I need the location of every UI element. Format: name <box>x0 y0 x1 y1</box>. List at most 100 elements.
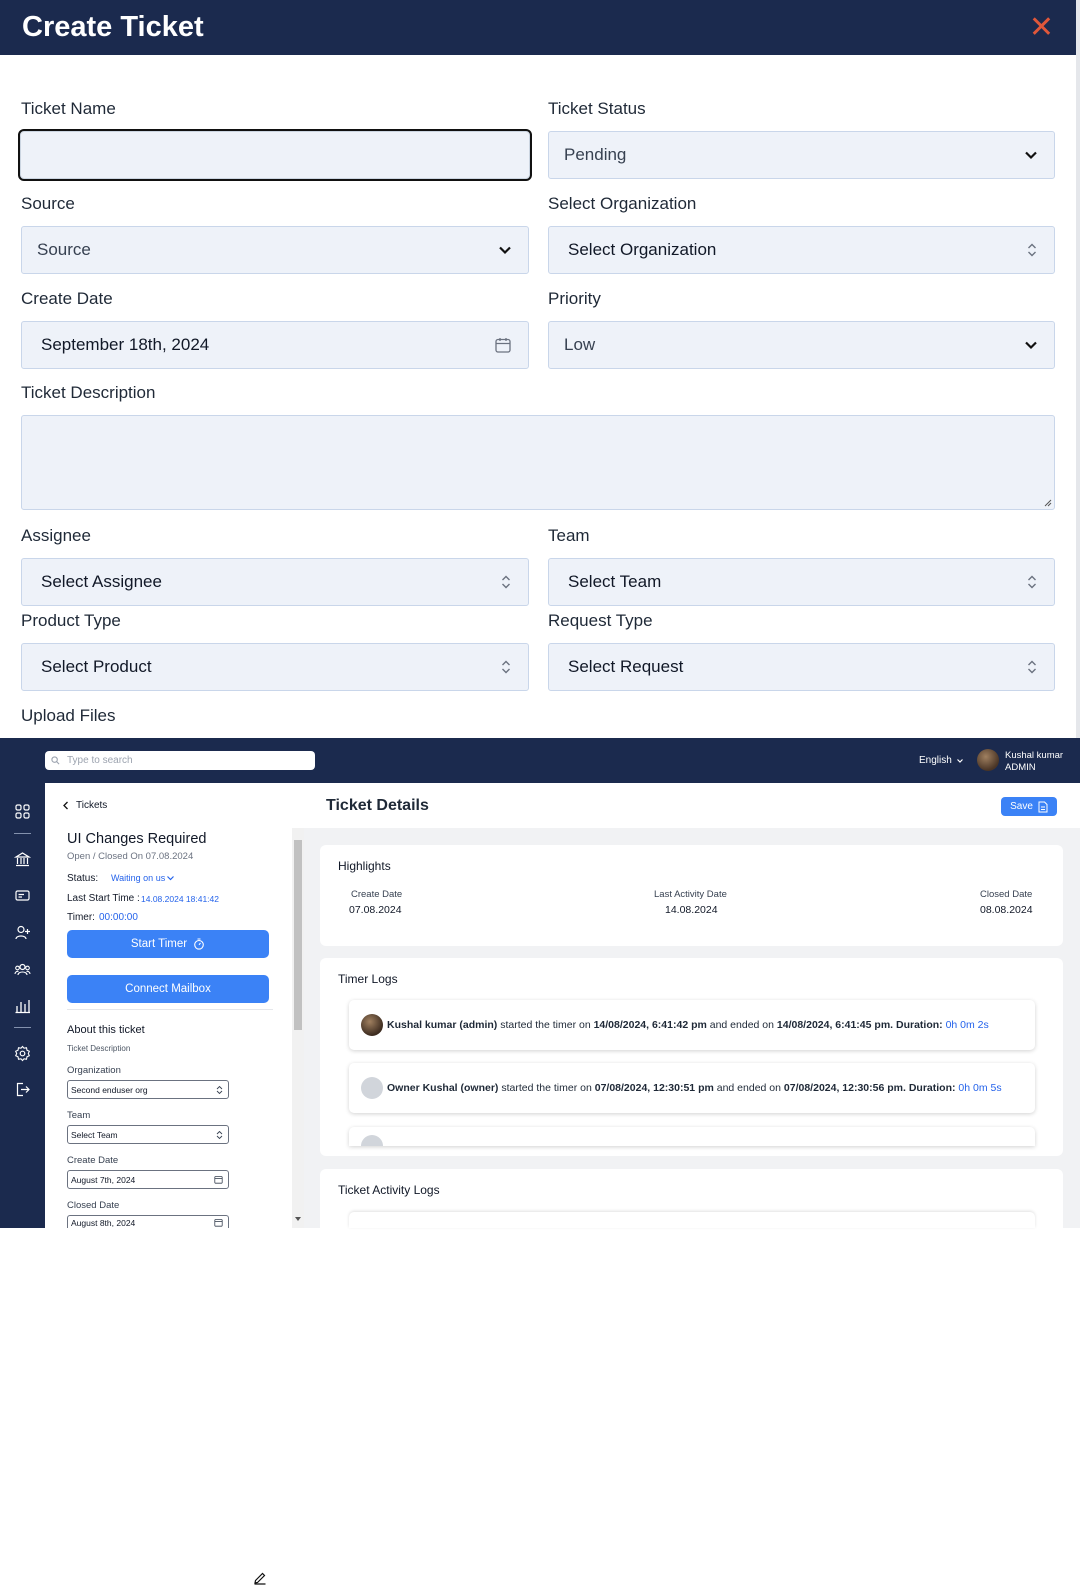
avatar <box>361 1135 383 1146</box>
ticket-name-input[interactable] <box>18 129 532 181</box>
timer-log-entry: Owner Kushal (owner) started the timer o… <box>349 1063 1035 1113</box>
assignee-select[interactable]: Select Assignee <box>21 558 529 606</box>
hl-create-label: Create Date <box>351 889 403 900</box>
source-select[interactable]: Source <box>21 226 529 274</box>
search-placeholder: Type to search <box>67 755 133 766</box>
edit-pencil-icon[interactable] <box>253 1571 267 1585</box>
chevron-up-down-icon <box>502 660 510 674</box>
search-input[interactable]: Type to search <box>45 751 315 770</box>
logout-icon[interactable] <box>14 1081 31 1098</box>
closed-date-value: August 8th, 2024 <box>71 1218 136 1228</box>
hl-activity-value: 14.08.2024 <box>665 904 718 916</box>
organization-select[interactable]: Select Organization <box>548 226 1055 274</box>
request-type-select[interactable]: Select Request <box>548 643 1055 691</box>
about-heading: About this ticket <box>67 1024 145 1036</box>
hl-closed-value: 08.08.2024 <box>980 904 1033 916</box>
resize-handle-icon[interactable] <box>1042 497 1052 507</box>
last-start-label: Last Start Time : <box>67 893 140 904</box>
modal-title: Create Ticket <box>22 11 204 43</box>
back-label: Tickets <box>76 800 108 811</box>
chevron-up-down-icon <box>1028 660 1036 674</box>
chevron-down-icon <box>956 758 963 763</box>
chevron-down-icon <box>167 876 175 881</box>
calendar-icon <box>214 1219 223 1227</box>
organization-label: Select Organization <box>548 194 697 213</box>
close-icon[interactable]: ✕ <box>1029 12 1054 43</box>
scroll-down-arrow-icon[interactable] <box>294 1216 302 1222</box>
timer-log-entry: Kushal kumar (admin) started the timer o… <box>349 1000 1035 1050</box>
chevron-down-icon <box>1025 151 1037 160</box>
timer-logs-title: Timer Logs <box>338 972 398 986</box>
product-type-label: Product Type <box>21 611 121 630</box>
dashboard-grid-icon[interactable] <box>14 803 31 820</box>
closed-date-picker[interactable]: August 8th, 2024 <box>67 1215 229 1228</box>
status-dropdown[interactable]: Waiting on us <box>111 873 175 883</box>
add-user-icon[interactable] <box>14 924 31 941</box>
hl-create-value: 07.08.2024 <box>349 904 402 916</box>
ticket-details-app: Type to search English Kushal kumar ADMI… <box>0 738 1080 1585</box>
chevron-up-down-icon <box>216 1085 223 1094</box>
team-select[interactable]: Select Team <box>67 1125 229 1144</box>
save-button[interactable]: Save <box>1001 797 1057 816</box>
chevron-left-icon <box>63 801 68 810</box>
save-label: Save <box>1010 801 1033 812</box>
organization-value: Second enduser org <box>71 1084 148 1095</box>
team-label: Team <box>67 1110 91 1121</box>
avatar <box>361 1077 383 1099</box>
chevron-up-down-icon <box>216 1130 223 1139</box>
chevron-up-down-icon <box>1028 575 1036 589</box>
create-date-picker[interactable]: September 18th, 2024 <box>21 321 529 369</box>
priority-select[interactable]: Low <box>548 321 1055 369</box>
highlights-title: Highlights <box>338 859 391 873</box>
modal-header: Create Ticket ✕ <box>0 0 1076 55</box>
calendar-icon[interactable] <box>494 336 512 354</box>
assignee-label: Assignee <box>21 526 91 545</box>
create-ticket-modal: Create Ticket ✕ Ticket Name Ticket Statu… <box>0 0 1080 738</box>
top-navbar: Type to search English Kushal kumar ADMI… <box>0 738 1080 783</box>
scrollbar-thumb[interactable] <box>294 840 302 1030</box>
create-date-picker[interactable]: August 7th, 2024 <box>67 1170 229 1189</box>
hl-activity-label: Last Activity Date <box>654 889 727 900</box>
ticket-status-select[interactable]: Pending <box>548 131 1055 179</box>
sidebar-divider <box>14 1027 31 1028</box>
analytics-icon[interactable] <box>14 997 31 1014</box>
sidebar-divider <box>14 833 31 834</box>
upload-files-label: Upload Files <box>21 706 116 725</box>
ticket-card-icon[interactable] <box>14 887 31 904</box>
document-icon <box>1038 801 1048 812</box>
search-icon <box>51 756 60 765</box>
ticket-name-label: Ticket Name <box>21 99 116 118</box>
bank-icon[interactable] <box>14 851 31 868</box>
sidebar <box>0 783 45 1228</box>
stopwatch-icon <box>194 938 204 950</box>
activity-logs-title: Ticket Activity Logs <box>338 1183 440 1197</box>
priority-label: Priority <box>548 289 601 308</box>
chevron-up-down-icon <box>502 575 510 589</box>
chevron-down-icon <box>499 246 511 255</box>
timer-value: 00:00:00 <box>99 912 138 923</box>
user-info[interactable]: Kushal kumar ADMIN <box>1005 750 1063 774</box>
create-date-label: Create Date <box>21 289 113 308</box>
timer-log-entry <box>349 1127 1035 1146</box>
team-icon[interactable] <box>14 961 31 978</box>
chevron-down-icon <box>1025 341 1037 350</box>
hl-closed-label: Closed Date <box>980 889 1033 900</box>
description-textarea[interactable] <box>21 415 1055 510</box>
team-select[interactable]: Select Team <box>548 558 1055 606</box>
source-label: Source <box>21 194 75 213</box>
user-avatar[interactable] <box>977 749 999 771</box>
status-label: Status: <box>67 873 99 884</box>
create-date-label: Create Date <box>67 1155 119 1166</box>
organization-select[interactable]: Second enduser org <box>67 1080 229 1099</box>
last-start-value: 14.08.2024 18:41:42 <box>141 894 219 904</box>
product-type-select[interactable]: Select Product <box>21 643 529 691</box>
connect-mailbox-button[interactable]: Connect Mailbox <box>67 975 269 1003</box>
ticket-status-label: Ticket Status <box>548 99 646 118</box>
user-name: Kushal kumar <box>1005 750 1064 761</box>
gear-icon[interactable] <box>14 1045 31 1062</box>
ticket-title: UI Changes Required <box>67 831 207 847</box>
language-label: English <box>919 755 952 766</box>
back-link[interactable]: Tickets <box>62 800 107 811</box>
start-timer-button[interactable]: Start Timer <box>67 930 269 958</box>
language-select[interactable]: English <box>919 755 964 766</box>
